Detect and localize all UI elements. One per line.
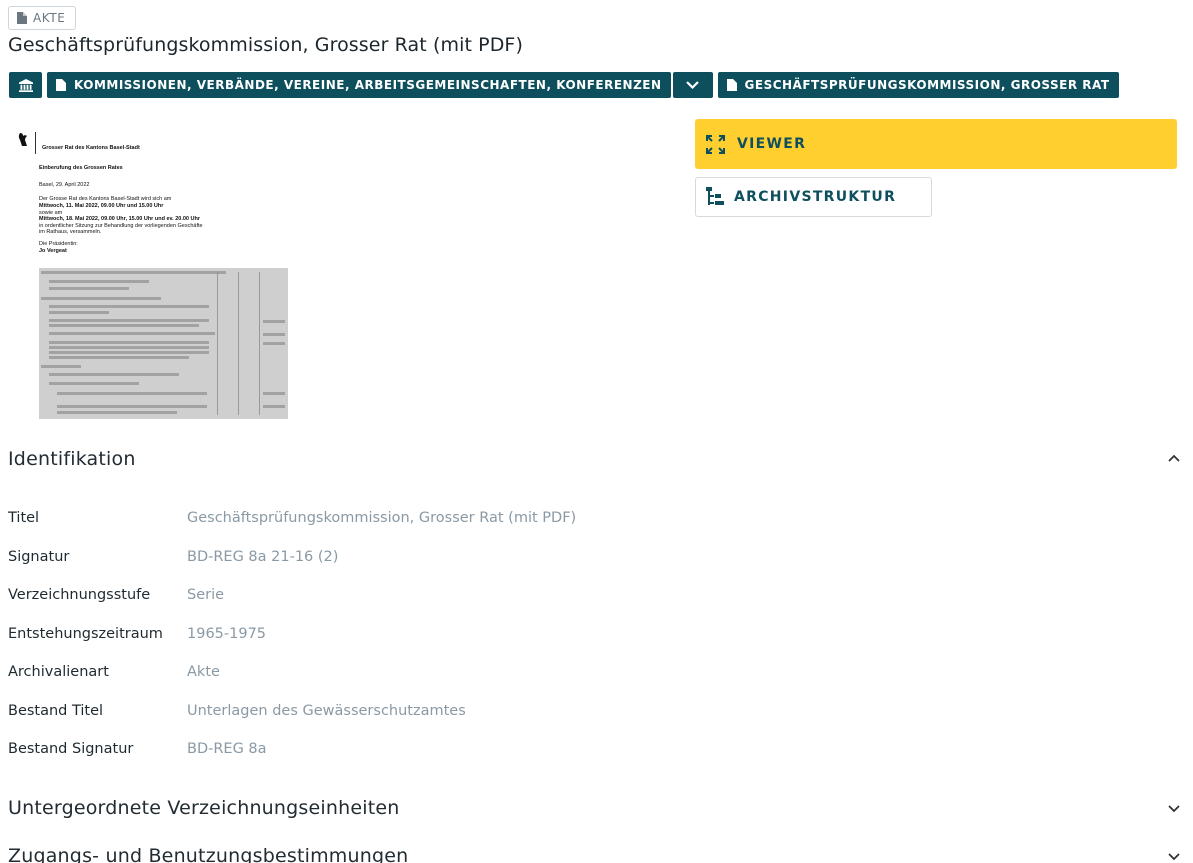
table-divider [259, 272, 260, 415]
meta-row-bestand-titel: Bestand Titel Unterlagen des Gewässersch… [8, 701, 466, 721]
table-row [49, 311, 109, 314]
meta-value: Serie [187, 587, 225, 603]
preview-signoff-label: Die Präsidentin: [39, 241, 78, 247]
table-row [49, 305, 209, 308]
breadcrumb-toggle[interactable] [672, 72, 713, 98]
table-row [263, 392, 285, 395]
section-zugang-header[interactable]: Zugangs- und Benutzungsbestimmungen [8, 844, 1183, 863]
meta-label: Titel [8, 510, 40, 526]
archivstruktur-label: ARCHIVSTRUKTUR [734, 189, 897, 205]
meta-value: Akte [187, 664, 220, 680]
breadcrumb: KOMMISSIONEN, VERBÄNDE, VEREINE, ARBEITS… [9, 72, 1119, 98]
type-badge: AKTE [8, 6, 77, 30]
chevron-down-icon [1168, 805, 1180, 813]
preview-divider [35, 132, 36, 154]
section-untergeordnete-header[interactable]: Untergeordnete Verzeichnungseinheiten [8, 796, 1183, 820]
chevron-up-icon [1168, 454, 1180, 462]
table-row [49, 351, 209, 354]
meta-label: Entstehungszeitraum [8, 626, 163, 642]
meta-value: Geschäftsprüfungskommission, Grosser Rat… [187, 510, 577, 526]
archivstruktur-button[interactable]: ARCHIVSTRUKTUR [695, 177, 932, 217]
chevron-down-icon [1168, 853, 1180, 861]
meta-value: 1965-1975 [187, 626, 267, 642]
viewer-button[interactable]: VIEWER [695, 119, 1177, 169]
preview-line: Mittwoch, 18. Mai 2022, 09.00 Uhr, 15.00… [39, 216, 200, 222]
meta-value: BD-REG 8a 21-16 (2) [187, 549, 339, 565]
meta-row-bestand-signatur: Bestand Signatur BD-REG 8a [8, 739, 267, 759]
table-row [49, 346, 209, 349]
table-row [41, 365, 81, 368]
section-title: Untergeordnete Verzeichnungseinheiten [8, 797, 400, 819]
breadcrumb-item-geschaeftspruefungskommission[interactable]: GESCHÄFTSPRÜFUNGSKOMMISSION, GROSSER RAT [717, 72, 1119, 98]
table-row [49, 356, 189, 359]
preview-org: Grosser Rat des Kantons Basel-Stadt [42, 145, 140, 151]
meta-row-verzeichnungsstufe: Verzeichnungsstufe Serie [8, 585, 224, 605]
table-row [263, 333, 285, 336]
meta-value: Unterlagen des Gewässerschutzamtes [187, 703, 466, 719]
table-row [41, 271, 226, 274]
preview-agenda-table [39, 268, 288, 419]
table-row [57, 405, 207, 408]
meta-row-archivalienart: Archivalienart Akte [8, 662, 220, 682]
breadcrumb-label: KOMMISSIONEN, VERBÄNDE, VEREINE, ARBEITS… [74, 78, 662, 92]
preview-line: Mittwoch, 11. Mai 2022, 09.00 Uhr und 15… [39, 203, 164, 209]
meta-label: Verzeichnungsstufe [8, 587, 151, 603]
viewer-label: VIEWER [737, 136, 807, 152]
table-row [49, 341, 209, 344]
institution-icon [18, 78, 33, 92]
table-row [49, 280, 149, 283]
section-title: Zugangs- und Benutzungsbestimmungen [8, 845, 409, 863]
page-title: Geschäftsprüfungskommission, Grosser Rat… [8, 34, 523, 56]
table-row [49, 324, 199, 327]
table-row [41, 297, 161, 300]
type-badge-label: AKTE [33, 11, 66, 25]
section-title: Identifikation [8, 448, 136, 470]
meta-label: Bestand Signatur [8, 741, 134, 757]
table-row [57, 411, 177, 414]
meta-row-signatur: Signatur BD-REG 8a 21-16 (2) [8, 547, 338, 567]
meta-label: Bestand Titel [8, 703, 104, 719]
table-row [263, 342, 285, 345]
basel-crest-icon [18, 133, 27, 146]
preview-header: Grosser Rat des Kantons Basel-Stadt [17, 132, 140, 154]
table-row [49, 319, 209, 322]
table-divider [217, 272, 218, 415]
preview-line: im Rathaus, versammeln. [39, 229, 102, 235]
table-row [49, 287, 129, 290]
document-icon [17, 12, 27, 24]
breadcrumb-item-kommissionen[interactable]: KOMMISSIONEN, VERBÄNDE, VEREINE, ARBEITS… [47, 72, 671, 98]
preview-signoff-name: Jo Vergeat [39, 248, 67, 254]
breadcrumb-label: GESCHÄFTSPRÜFUNGSKOMMISSION, GROSSER RAT [744, 78, 1110, 92]
table-row [57, 392, 207, 395]
meta-value: BD-REG 8a [187, 741, 267, 757]
expand-icon [706, 134, 725, 154]
table-row [263, 320, 285, 323]
table-row [49, 382, 139, 385]
tree-structure-icon [706, 187, 724, 205]
preview-heading: Einberufung des Grossen Rates [39, 165, 123, 171]
preview-date: Basel, 29. April 2022 [39, 182, 90, 188]
table-row [49, 373, 179, 376]
meta-label: Signatur [8, 549, 70, 565]
meta-label: Archivalienart [8, 664, 109, 680]
table-divider [238, 272, 239, 415]
meta-row-titel: Titel Geschäftsprüfungskommission, Gross… [8, 508, 576, 528]
document-icon [726, 79, 737, 91]
meta-row-entstehungszeitraum: Entstehungszeitraum 1965-1975 [8, 624, 266, 644]
table-row [49, 332, 215, 335]
document-icon [56, 79, 66, 91]
chevron-down-icon [686, 81, 699, 89]
section-identifikation-header[interactable]: Identifikation [8, 447, 1183, 471]
breadcrumb-home[interactable] [9, 72, 42, 98]
preview-line: Der Grosse Rat des Kantons Basel-Stadt w… [39, 196, 172, 202]
document-preview[interactable]: Grosser Rat des Kantons Basel-Stadt Einb… [17, 128, 289, 420]
table-row [263, 405, 285, 408]
